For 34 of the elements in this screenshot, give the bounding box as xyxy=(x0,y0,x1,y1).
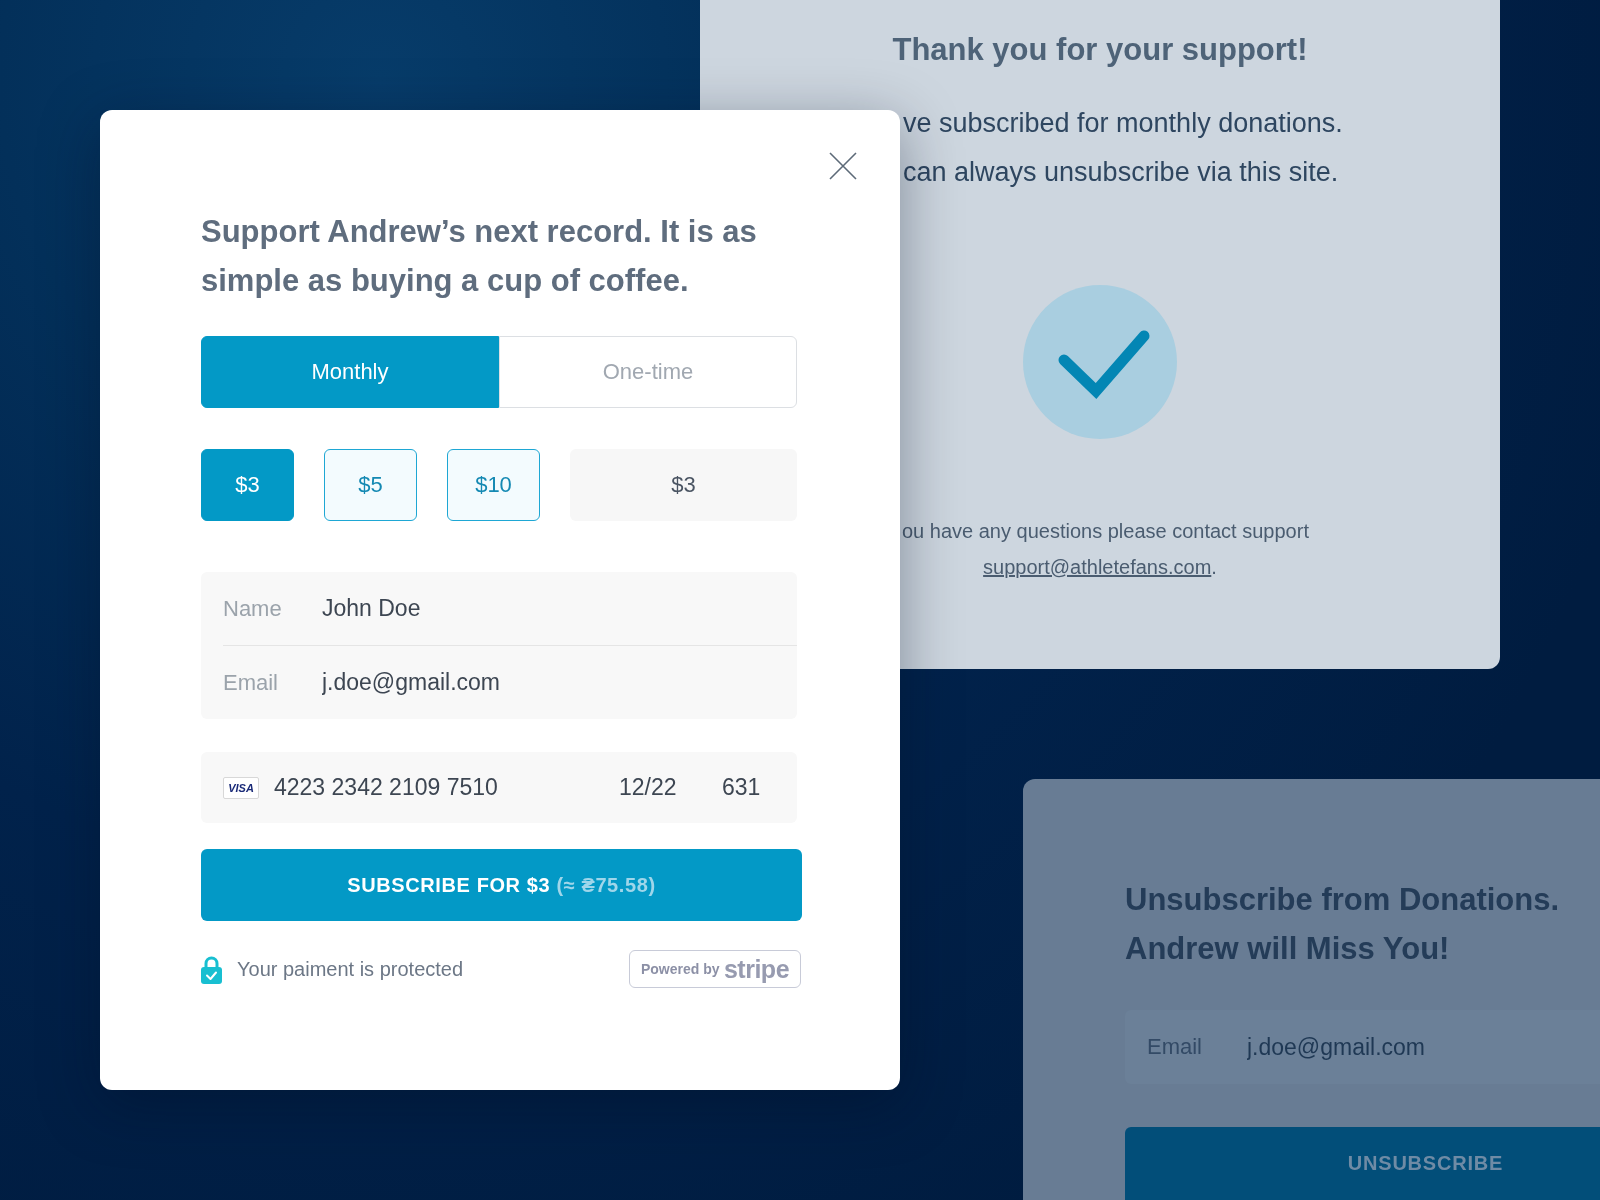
amount-input[interactable]: $3 xyxy=(570,449,797,521)
close-button[interactable] xyxy=(829,152,857,180)
powered-by-stripe-badge: Powered by stripe xyxy=(629,950,801,988)
field-label: Email xyxy=(1147,1034,1203,1060)
text-input[interactable]: j.doe@gmail.com xyxy=(322,665,797,700)
text-input[interactable]: John Doe xyxy=(322,591,797,626)
close-icon xyxy=(829,152,857,180)
card-details-field[interactable]: VISA 4223 2342 2109 7510 12/22 631 xyxy=(201,752,797,823)
frequency-tab[interactable]: Monthly xyxy=(201,336,499,408)
card-number-input[interactable]: 4223 2342 2109 7510 xyxy=(274,770,619,805)
email-field[interactable]: Email j.doe@gmail.com xyxy=(1125,1010,1600,1084)
success-check-icon xyxy=(1023,285,1177,439)
support-note: ou have any questions please contact support xyxy=(902,519,1309,544)
text-input[interactable]: j.doe@gmail.com xyxy=(1247,1030,1600,1064)
card-title: Thank you for your support! xyxy=(892,31,1308,69)
support-email-link[interactable]: support@athletefans.com xyxy=(983,556,1212,578)
cvc-input[interactable]: 631 xyxy=(722,770,797,805)
message-line: ve subscribed for monthly donations. xyxy=(903,107,1343,140)
field-label: Name xyxy=(223,595,283,622)
frequency-tab[interactable]: One-time xyxy=(499,336,797,408)
card-brand-logo: VISA xyxy=(223,776,259,799)
unsubscribe-button[interactable]: UNSUBSCRIBE xyxy=(1125,1127,1600,1200)
amount-button[interactable]: $5 xyxy=(324,449,417,521)
support-contact-text: support@athletefans.com. xyxy=(983,555,1217,580)
amount-button[interactable]: $3 xyxy=(201,449,294,521)
amount-button[interactable]: $10 xyxy=(447,449,540,521)
security-note: Your paiment is protected xyxy=(237,957,464,981)
message-line: can always unsubscribe via this site. xyxy=(903,156,1339,189)
lock-icon xyxy=(201,954,222,984)
field-label: Email xyxy=(223,669,279,696)
dialog-heading: Support Andrew’s next record. It is as simple as buying a cup of coffee. xyxy=(201,213,758,300)
expiry-input[interactable]: 12/22 xyxy=(619,770,722,805)
subscribe-button[interactable]: SUBSCRIBE FOR $3 (≈ ₴75.58) xyxy=(201,849,802,921)
card-heading: Unsubscribe from Donations. Andrew will Miss You! xyxy=(1125,881,1561,968)
